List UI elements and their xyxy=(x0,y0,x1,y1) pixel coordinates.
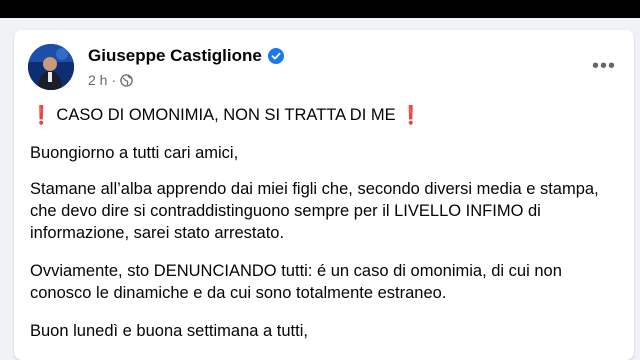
author-header: Giuseppe Castiglione xyxy=(88,46,284,66)
post-paragraph: Ovviamente, sto DENUNCIANDO tutti: é un … xyxy=(30,262,562,302)
top-bar xyxy=(0,0,640,18)
globe-icon[interactable] xyxy=(120,73,133,87)
author-name[interactable]: Giuseppe Castiglione xyxy=(88,46,262,66)
post-headline: ❗ CASO DI OMONIMIA, NON SI TRATTA DI ME … xyxy=(30,104,422,126)
post-meta: 2 h · xyxy=(88,72,133,88)
meta-separator: · xyxy=(111,72,117,88)
post-paragraph: Buon lunedì e buona settimana a tutti, xyxy=(30,322,308,340)
post-card: Giuseppe Castiglione 2 h · ••• ❗ CASO DI… xyxy=(14,30,634,360)
post-paragraph: Buongiorno a tutti cari amici, xyxy=(30,144,239,162)
author-avatar[interactable] xyxy=(28,44,74,90)
verified-badge-icon xyxy=(267,48,284,64)
post-paragraph: Stamane all’alba apprendo dai miei figli… xyxy=(30,180,599,242)
exclamation-icon: ❗ xyxy=(399,105,423,125)
headline-text: CASO DI OMONIMIA, NON SI TRATTA DI ME xyxy=(56,106,396,124)
exclamation-icon: ❗ xyxy=(30,105,53,125)
more-options-icon[interactable]: ••• xyxy=(592,56,616,76)
avatar-photo xyxy=(28,44,74,90)
post-timestamp[interactable]: 2 h xyxy=(88,72,107,88)
